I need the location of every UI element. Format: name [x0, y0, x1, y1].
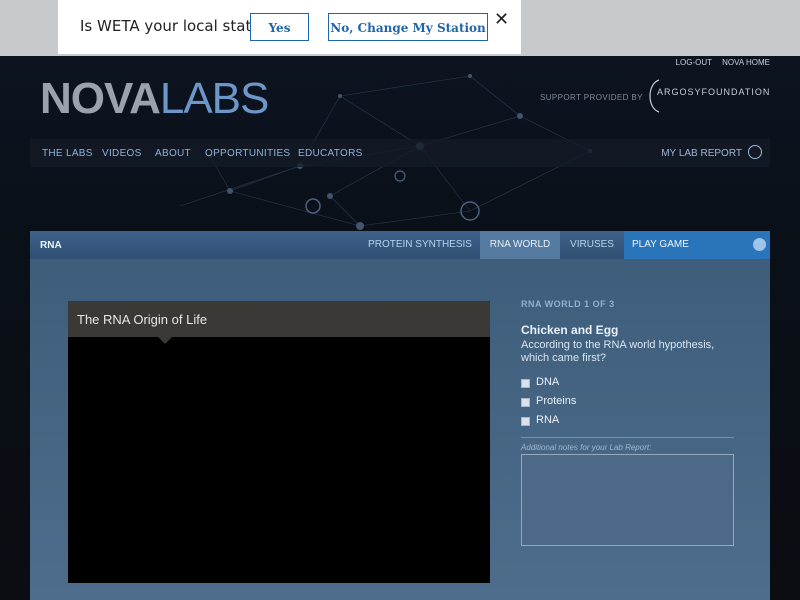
tab-rna-world[interactable]: RNA WORLD	[480, 231, 560, 259]
tab-viruses[interactable]: VIRUSES	[560, 231, 624, 259]
chevron-right-icon[interactable]	[753, 238, 766, 251]
nova-home-link[interactable]: NOVA HOME	[722, 58, 770, 67]
yes-button[interactable]: Yes	[250, 13, 309, 41]
video-caret	[158, 337, 172, 344]
option-label: Proteins	[536, 395, 577, 407]
checkbox[interactable]	[521, 398, 530, 407]
nav-opportunities[interactable]: OPPORTUNITIES	[205, 148, 290, 159]
download-icon[interactable]	[748, 145, 762, 159]
sponsor-name: ARGOSYFOUNDATION	[657, 87, 771, 97]
video-title-bar: The RNA Origin of Life	[68, 301, 490, 337]
option-label: RNA	[536, 414, 560, 426]
option-label: DNA	[536, 376, 560, 388]
quiz-step: RNA WORLD 1 OF 3	[521, 299, 615, 309]
close-icon[interactable]: ✕	[494, 9, 509, 30]
divider	[521, 437, 734, 438]
lab-title: RNA	[40, 240, 62, 251]
nav-videos[interactable]: VIDEOS	[102, 148, 142, 159]
option-dna[interactable]: DNA	[521, 375, 736, 394]
change-station-button[interactable]: No, Change My Station	[328, 13, 488, 41]
my-lab-report-link[interactable]: MY LAB REPORT	[661, 148, 742, 159]
checkbox[interactable]	[521, 417, 530, 426]
top-links: LOG-OUT NOVA HOME	[668, 58, 770, 67]
logout-link[interactable]: LOG-OUT	[676, 58, 712, 67]
nova-labs-logo[interactable]: NOVALABS	[40, 74, 269, 124]
nav-educators[interactable]: EDUCATORS	[298, 148, 363, 159]
main-nav: THE LABS VIDEOS ABOUT OPPORTUNITIES EDUC…	[30, 139, 770, 167]
video-player[interactable]: The RNA Origin of Life	[68, 301, 490, 583]
checkbox[interactable]	[521, 379, 530, 388]
tab-play-game[interactable]: PLAY GAME	[624, 231, 770, 259]
station-banner: Is WETA your local station? Yes No, Chan…	[0, 0, 800, 56]
lab-tabbar: RNA PROTEIN SYNTHESIS RNA WORLD VIRUSES …	[30, 231, 770, 259]
notes-textarea[interactable]	[521, 454, 734, 546]
quiz-title: Chicken and Egg	[521, 323, 619, 337]
lab-panel: RNA PROTEIN SYNTHESIS RNA WORLD VIRUSES …	[30, 231, 770, 600]
tab-protein-synthesis[interactable]: PROTEIN SYNTHESIS	[360, 231, 480, 259]
notes-label: Additional notes for your Lab Report:	[521, 443, 652, 452]
quiz-question: According to the RNA world hypothesis, w…	[521, 339, 715, 364]
support-label: SUPPORT PROVIDED BY	[540, 93, 643, 102]
quiz-panel: RNA WORLD 1 OF 3 Chicken and Egg Accordi…	[521, 299, 736, 546]
option-rna[interactable]: RNA	[521, 413, 736, 432]
video-title: The RNA Origin of Life	[77, 312, 208, 327]
nav-the-labs[interactable]: THE LABS	[42, 148, 93, 159]
nav-about[interactable]: ABOUT	[155, 148, 191, 159]
option-proteins[interactable]: Proteins	[521, 394, 736, 413]
